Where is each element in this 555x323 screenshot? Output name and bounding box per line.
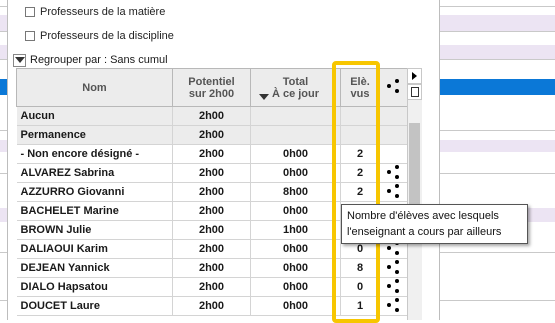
cell-network [379,106,408,126]
cell-potentiel: 2h00 [172,163,251,183]
cell-network[interactable] [379,258,408,278]
cell-potentiel: 2h00 [172,258,251,278]
cell-nom: Aucun [16,106,173,126]
tooltip: Nombre d'élèves avec lesquels l'enseigna… [341,204,528,244]
cell-network[interactable] [379,296,408,316]
column-header-total[interactable]: Total À ce jour [250,68,341,107]
cell-network [379,144,408,164]
cell-network[interactable] [379,182,408,202]
cell-total [250,106,341,126]
cell-total: 0h00 [250,296,341,316]
cell-potentiel: 2h00 [172,125,251,145]
cell-total: 0h00 [250,163,341,183]
export-icon[interactable] [407,84,422,100]
chevron-right-icon[interactable] [407,68,422,84]
option-subject-teachers[interactable]: Professeurs de la matière [25,4,165,20]
cell-total: 0h00 [250,258,341,278]
group-by-selector[interactable]: Regrouper par : Sans cumul [13,52,168,68]
tooltip-line1: Nombre d'élèves avec lesquels [347,210,499,222]
cell-total: 0h00 [250,201,341,221]
option-discipline-teachers[interactable]: Professeurs de la discipline [25,28,174,44]
cell-network[interactable] [379,277,408,297]
cell-potentiel: 2h00 [172,144,251,164]
cell-nom: Permanence [16,125,173,145]
cell-total: 0h00 [250,239,341,259]
column-header-network[interactable] [379,68,408,107]
cell-nom: - Non encore désigné - [16,144,173,164]
cell-nom: DALIAOUI Karim [16,239,173,259]
cell-total: 0h00 [250,144,341,164]
column-header-potentiel[interactable]: Potentiel sur 2h00 [172,68,251,107]
column-header-nom[interactable]: Nom [16,68,173,107]
cell-potentiel: 2h00 [172,296,251,316]
discipline-teachers-label: Professeurs de la discipline [40,30,174,42]
cell-nom: DEJEAN Yannick [16,258,173,278]
cell-potentiel: 2h00 [172,277,251,297]
cell-network[interactable] [379,163,408,183]
cell-nom: DOUCET Laure [16,296,173,316]
cell-nom: BROWN Julie [16,220,173,240]
caret-down-icon[interactable] [13,53,26,67]
network-icon[interactable] [386,297,401,312]
network-icon[interactable] [386,259,401,274]
cell-total [250,125,341,145]
cell-network [379,125,408,145]
discipline-teachers-checkbox[interactable] [25,31,35,41]
cell-nom: BACHELET Marine [16,201,173,221]
cell-potentiel: 2h00 [172,220,251,240]
cell-total: 8h00 [250,182,341,202]
group-by-label: Regrouper par : Sans cumul [30,54,168,66]
cell-potentiel: 2h00 [172,239,251,259]
subject-teachers-label: Professeurs de la matière [40,6,166,18]
cell-potentiel: 2h00 [172,201,251,221]
cell-potentiel: 2h00 [172,106,251,126]
cell-nom: ALVAREZ Sabrina [16,163,173,183]
network-icon[interactable] [386,183,401,198]
network-icon[interactable] [386,278,401,293]
tooltip-line2: l'enseignant a cours par ailleurs [347,226,502,238]
sort-desc-icon [259,94,269,100]
cell-nom: DIALO Hapsatou [16,277,173,297]
network-icon [386,79,401,93]
cell-potentiel: 2h00 [172,182,251,202]
cell-total: 0h00 [250,277,341,297]
subject-teachers-checkbox[interactable] [25,7,35,17]
eleves-column-highlight [332,61,380,323]
network-icon[interactable] [386,164,401,179]
cell-nom: AZZURRO Giovanni [16,182,173,202]
cell-total: 1h00 [250,220,341,240]
